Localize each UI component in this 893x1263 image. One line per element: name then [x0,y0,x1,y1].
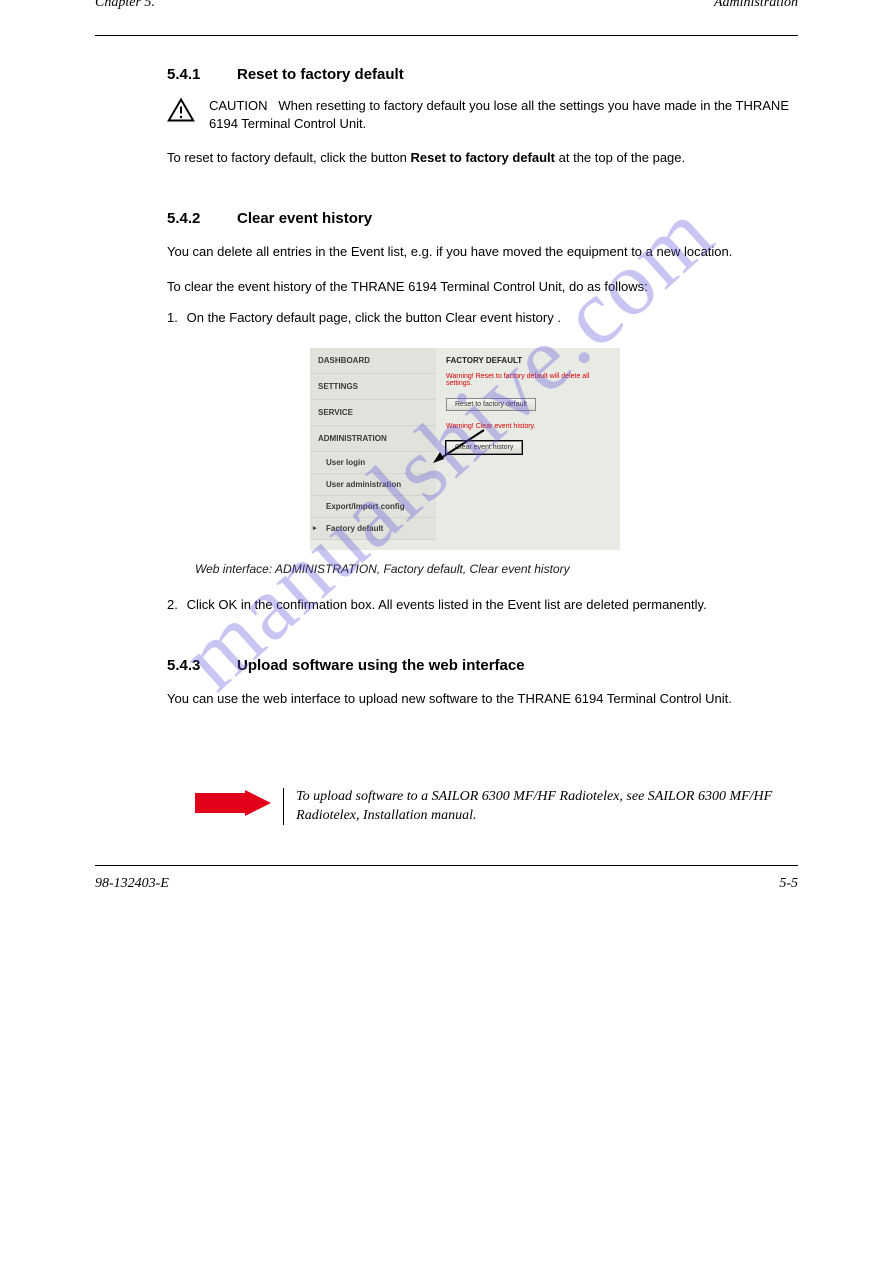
caution-body: When resetting to factory default you lo… [209,98,789,131]
section-title: Clear event history [237,210,372,227]
ui-main-panel: FACTORY DEFAULT Warning! Reset to factor… [436,348,620,540]
section-number: 5.4.1 [167,66,219,83]
step1-button-name: Clear event history [445,310,553,325]
helpsite-text: To upload software to a SAILOR 6300 MF/H… [296,788,798,824]
embedded-screenshot: DASHBOARD SETTINGS SERVICE ADMINISTRATIO… [310,348,620,550]
warning-triangle-icon [167,97,195,123]
para-upload: You can use the web interface to upload … [167,690,757,709]
vertical-divider [283,788,284,824]
header-left: Chapter 5. [95,0,155,11]
section-number: 5.4.2 [167,210,219,227]
reset-factory-default-button[interactable]: Reset to factory default [446,398,536,411]
sidebar-item-settings[interactable]: SETTINGS [310,374,436,400]
header-right: Administration [714,0,798,11]
para-clear-howto: To clear the event history of the THRANE… [167,278,757,297]
footer-left: 98-132403-E [95,876,169,892]
warning-text-reset: Warning! Reset to factory default will d… [446,373,610,387]
caution-label: CAUTION [209,98,268,113]
intro-after: at the top of the page. [559,150,686,165]
intro-text: To reset to factory default, click the b… [167,150,411,165]
sidebar-item-user-login[interactable]: User login [310,452,436,474]
step-number: 1. [167,309,183,328]
panel-title: FACTORY DEFAULT [446,356,610,365]
step2-after: in the confirmation box. All events list… [241,597,707,612]
section-number: 5.4.3 [167,657,219,674]
red-arrow-icon [195,790,271,816]
step1-after: . [557,310,561,325]
intro-button-name: Reset to factory default [411,150,555,165]
sidebar-item-user-administration[interactable]: User administration [310,474,436,496]
step-number: 2. [167,596,183,615]
figure-caption: Web interface: ADMINISTRATION, Factory d… [195,562,798,576]
sidebar-item-dashboard[interactable]: DASHBOARD [310,348,436,374]
sidebar-item-administration[interactable]: ADMINISTRATION [310,426,436,452]
step2-text: Click [187,597,219,612]
footer-right: 5-5 [779,876,798,892]
top-rule [95,35,798,36]
ui-sidebar: DASHBOARD SETTINGS SERVICE ADMINISTRATIO… [310,348,436,540]
sidebar-item-export-import[interactable]: Export/Import config [310,496,436,518]
pointer-arrow-icon [430,428,490,468]
bottom-rule [95,865,798,866]
step2-button-name: OK [218,597,237,612]
step1-text: On the Factory default page, click the b… [187,310,446,325]
section-title: Reset to factory default [237,66,404,83]
sidebar-item-factory-default[interactable]: Factory default [310,518,436,540]
sidebar-item-service[interactable]: SERVICE [310,400,436,426]
section-title: Upload software using the web interface [237,657,525,674]
para-clear-intro: You can delete all entries in the Event … [167,243,757,262]
